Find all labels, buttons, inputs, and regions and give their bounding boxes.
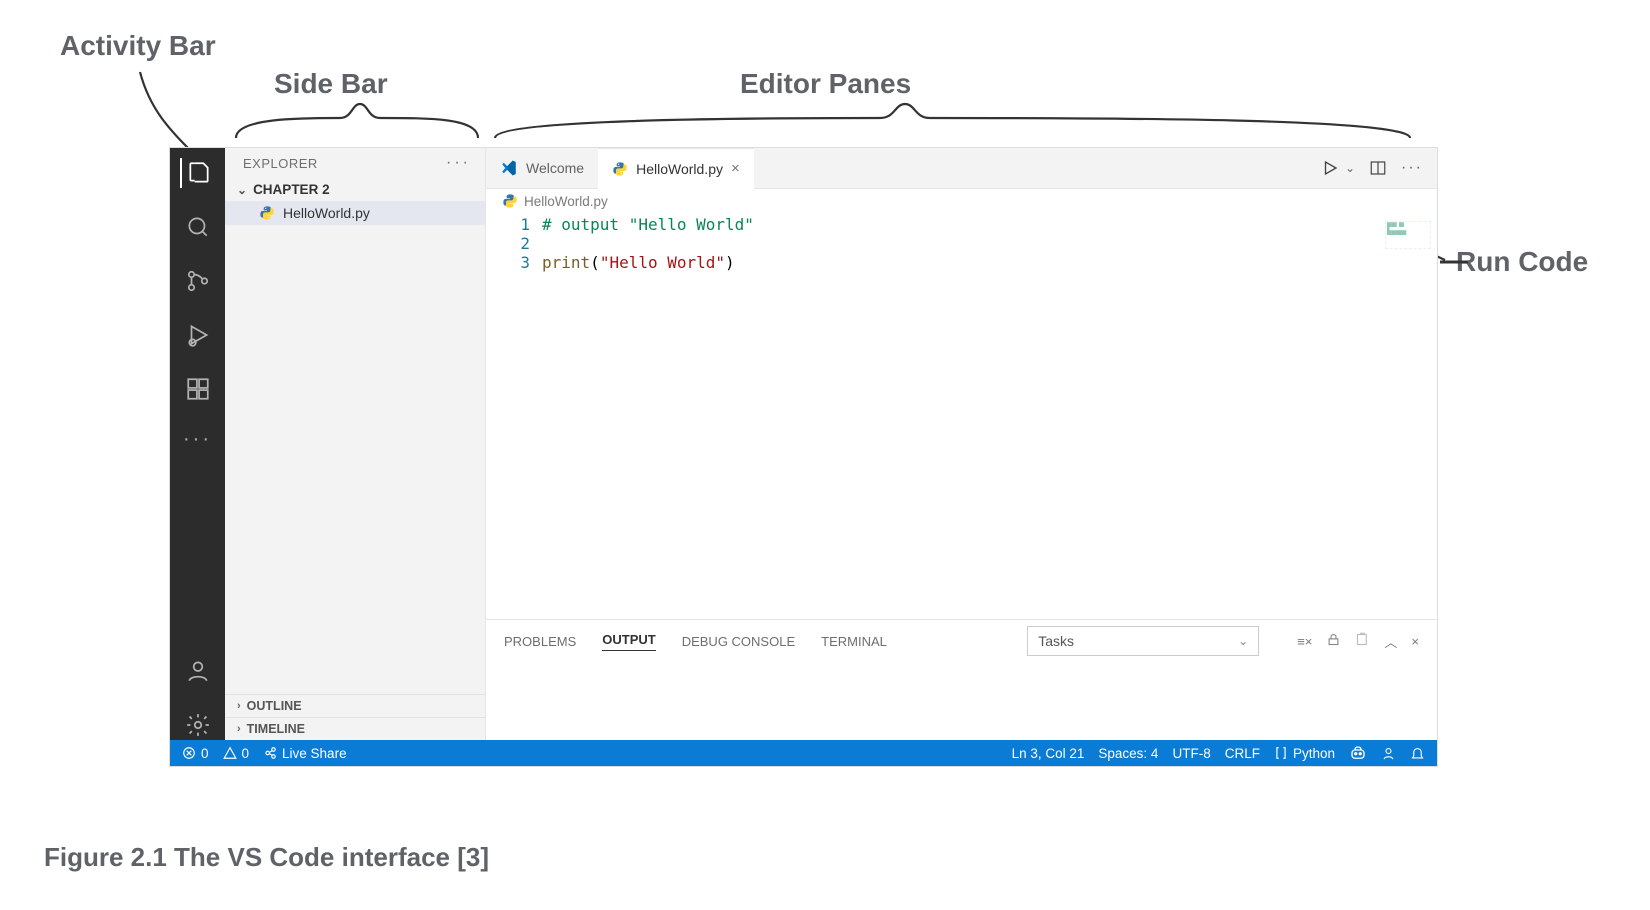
status-spaces[interactable]: Spaces: 4 [1098,746,1158,761]
line-number: 1 [486,215,542,234]
status-errors[interactable]: 0 [182,746,209,761]
side-bar: EXPLORER ··· ⌄ CHAPTER 2 HelloWorld.py ›… [225,148,486,740]
tab-welcome-label: Welcome [526,160,584,176]
live-share-label: Live Share [282,746,347,761]
tab-file-label: HelloWorld.py [636,161,723,177]
bottom-panel: PROBLEMS OUTPUT DEBUG CONSOLE TERMINAL T… [486,619,1437,740]
minimap[interactable]: ████ ███████████ [1385,221,1431,249]
figure-caption: Figure 2.1 The VS Code interface [3] [44,842,489,873]
status-encoding[interactable]: UTF-8 [1172,746,1210,761]
chevron-down-icon: ⌄ [237,183,247,197]
panel-close-icon[interactable]: × [1411,634,1419,649]
chevron-right-icon: › [237,723,241,735]
timeline-label: TIMELINE [247,722,305,736]
close-icon[interactable]: × [731,160,740,177]
activity-bar: ··· [170,148,225,740]
panel-tab-output[interactable]: OUTPUT [602,632,655,651]
annotation-activity-bar: Activity Bar [60,30,216,62]
sidebar-title: EXPLORER [243,156,318,171]
panel-maximize-icon[interactable]: ︿ [1384,632,1397,651]
vscode-window: ··· EXPLORER ··· ⌄ CHAPTER 2 [170,148,1437,766]
status-language[interactable]: Python [1274,746,1335,761]
code-punc: ( [590,253,600,272]
breadcrumb[interactable]: HelloWorld.py [486,189,1437,215]
sidebar-more-icon[interactable]: ··· [446,154,471,172]
folder-label: CHAPTER 2 [253,182,330,197]
timeline-section[interactable]: › TIMELINE [225,717,485,740]
run-dropdown-icon[interactable]: ⌄ [1345,161,1355,175]
explorer-icon[interactable] [180,158,214,188]
code-punc: ) [725,253,735,272]
lang-label: Python [1293,746,1335,761]
output-channel-select[interactable]: Tasks ⌄ [1027,626,1259,656]
python-file-icon [259,205,275,221]
select-value: Tasks [1038,633,1074,649]
editor-more-icon[interactable]: ··· [1401,159,1423,177]
code-fn: print [542,253,590,272]
source-control-icon[interactable] [183,266,213,296]
clear-output-icon[interactable] [1355,632,1370,650]
code-comment: # output "Hello World" [542,215,754,234]
panel-tab-problems[interactable]: PROBLEMS [504,634,576,649]
annotation-side-bar: Side Bar [274,68,388,100]
status-warnings[interactable]: 0 [223,746,250,761]
annotation-editor-panes: Editor Panes [740,68,911,100]
python-file-icon [502,193,518,209]
split-editor-icon[interactable] [1369,159,1387,177]
lock-icon[interactable] [1326,632,1341,650]
status-live-share[interactable]: Live Share [263,746,347,761]
line-number: 3 [486,253,542,272]
feedback-icon[interactable] [1381,746,1396,761]
chevron-right-icon: › [237,700,241,712]
sidebar-folder[interactable]: ⌄ CHAPTER 2 [225,178,485,201]
activity-more-icon[interactable]: ··· [183,428,212,451]
search-icon[interactable] [183,212,213,242]
status-bar: 0 0 Live Share Ln 3, Col 21 Spaces: 4 UT… [170,740,1437,766]
breadcrumb-label: HelloWorld.py [524,194,608,209]
vscode-icon [500,159,518,177]
outline-label: OUTLINE [247,699,302,713]
settings-gear-icon[interactable] [183,710,213,740]
extensions-icon[interactable] [183,374,213,404]
run-code-button[interactable] [1321,159,1339,177]
annotation-run-code: Run Code [1456,246,1588,278]
account-icon[interactable] [183,656,213,686]
figure-canvas: Activity Bar Side Bar Editor Panes Run C… [0,0,1650,910]
tab-welcome[interactable]: Welcome [486,148,598,188]
line-number: 2 [486,234,542,253]
panel-tab-terminal[interactable]: TERMINAL [821,634,887,649]
status-eol[interactable]: CRLF [1225,746,1260,761]
outline-section[interactable]: › OUTLINE [225,694,485,717]
filter-icon[interactable]: ≡× [1297,634,1312,649]
warning-count: 0 [242,746,250,761]
chevron-down-icon: ⌄ [1238,634,1248,648]
file-label: HelloWorld.py [283,205,370,221]
code-editor[interactable]: 1# output "Hello World" 2 3print("Hello … [486,215,1437,619]
panel-tab-debug[interactable]: DEBUG CONSOLE [682,634,795,649]
status-cursor-pos[interactable]: Ln 3, Col 21 [1012,746,1085,761]
tab-file[interactable]: HelloWorld.py × [598,148,754,189]
copilot-icon[interactable] [1349,744,1367,762]
notifications-icon[interactable] [1410,746,1425,761]
sidebar-file-item[interactable]: HelloWorld.py [225,201,485,225]
error-count: 0 [201,746,209,761]
editor-area: Welcome HelloWorld.py × ⌄ [486,148,1437,740]
tab-bar: Welcome HelloWorld.py × ⌄ [486,148,1437,189]
run-debug-icon[interactable] [183,320,213,350]
code-string: "Hello World" [600,253,725,272]
python-file-icon [612,161,628,177]
